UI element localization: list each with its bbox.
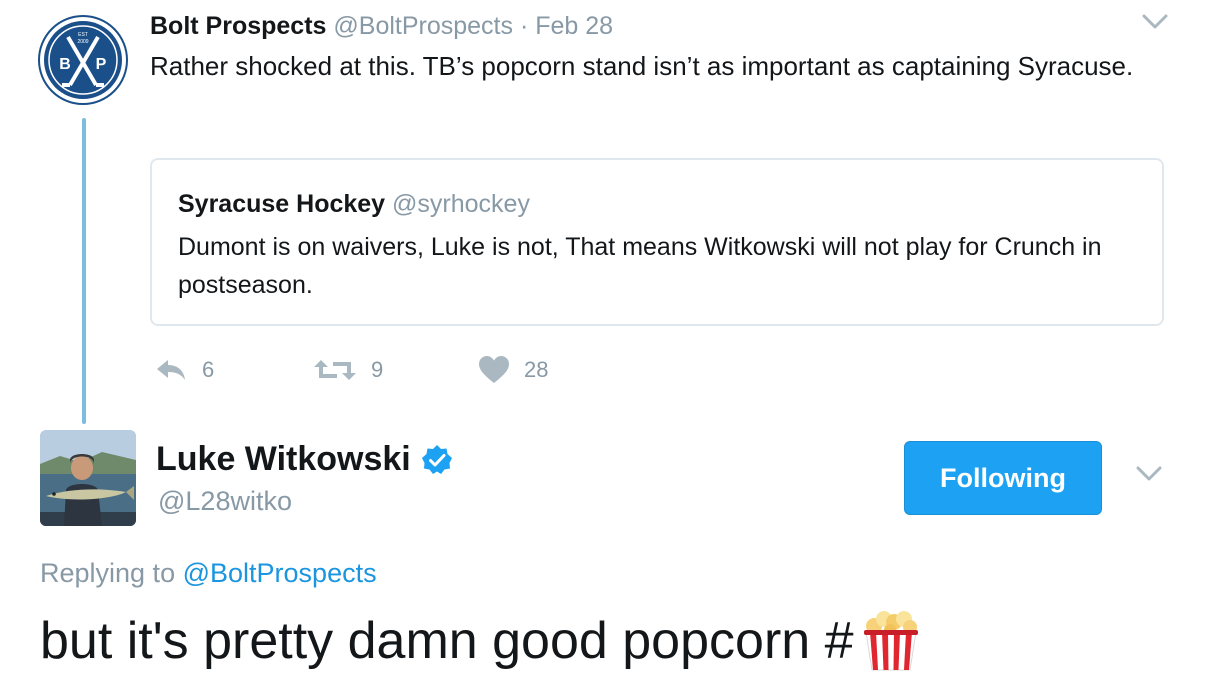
author-name[interactable]: Bolt Prospects [150, 12, 326, 40]
quoted-tweet-header: Syracuse Hockey @syrhockey [178, 190, 530, 219]
reply-author-name[interactable]: Luke Witkowski [156, 440, 411, 479]
reply-tweet-text: but it's pretty damn good popcorn # [40, 612, 854, 670]
heart-icon [479, 356, 509, 383]
retweet-icon [314, 360, 356, 380]
retweet-count: 9 [371, 357, 384, 382]
reply-author-name-row: Luke Witkowski [156, 440, 453, 479]
luke-witkowski-avatar[interactable] [40, 430, 136, 526]
reply-count: 6 [202, 357, 215, 382]
quoted-author-name: Syracuse Hockey [178, 190, 386, 218]
reply-button[interactable]: 6 [154, 352, 214, 388]
retweet-button[interactable]: 9 [313, 352, 383, 388]
thread-connector-line [82, 118, 86, 424]
replying-to-line: Replying to @BoltProspects [40, 558, 377, 589]
reply-icon [157, 360, 185, 380]
like-count: 28 [524, 357, 549, 382]
quoted-tweet-text: Dumont is on waivers, Luke is not, That … [178, 233, 1102, 299]
chevron-down-icon[interactable] [1140, 10, 1170, 34]
replying-to-label: Replying to [40, 558, 176, 588]
tweet-header: Bolt Prospects @BoltProspects · Feb 28 [150, 12, 613, 41]
bolt-prospects-avatar[interactable]: EST 2009 B P [38, 15, 128, 105]
following-button[interactable]: Following [904, 441, 1102, 515]
header-separator: · [519, 12, 529, 40]
logo-est-text: EST [78, 32, 88, 38]
hockey-sticks-logo-icon: EST 2009 B P [38, 15, 128, 105]
popcorn-emoji [863, 611, 918, 671]
chevron-down-icon[interactable] [1134, 462, 1164, 486]
quoted-tweet[interactable]: Syracuse Hockey @syrhockey Dumont is on … [150, 158, 1164, 326]
author-handle[interactable]: @BoltProspects [333, 12, 513, 40]
like-button[interactable]: 28 [478, 352, 548, 388]
reply-tweet-text-row: but it's pretty damn good popcorn # [40, 610, 922, 672]
logo-year-text: 2009 [77, 39, 88, 45]
tweet-date[interactable]: Feb 28 [535, 12, 613, 40]
replying-to-handle-link[interactable]: @BoltProspects [183, 558, 377, 588]
reply-author-handle[interactable]: @L28witko [158, 486, 292, 517]
quoted-author-handle: @syrhockey [392, 190, 530, 218]
logo-letter-b: B [59, 56, 71, 73]
tweet-text: Rather shocked at this. TB’s popcorn sta… [150, 51, 1134, 81]
verified-badge-icon [421, 444, 452, 474]
logo-letter-p: P [96, 56, 107, 73]
